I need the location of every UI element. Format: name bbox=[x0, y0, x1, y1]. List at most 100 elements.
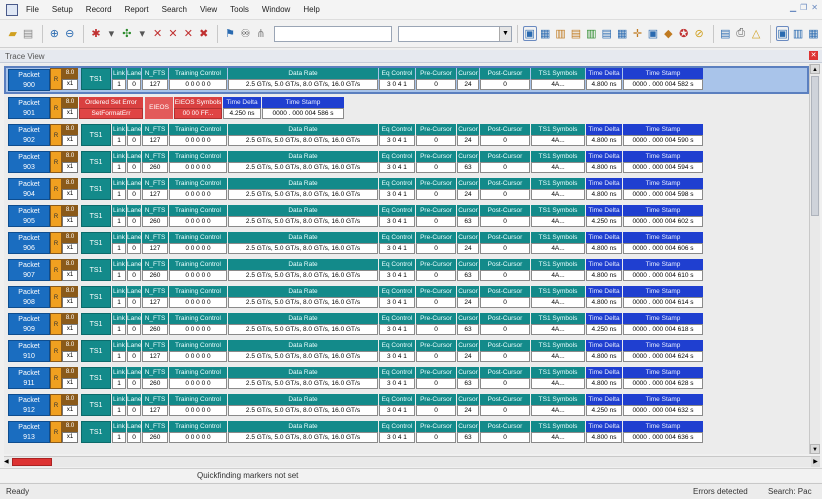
packet-cell[interactable]: Packet 900 bbox=[8, 69, 50, 91]
search-input[interactable] bbox=[273, 25, 392, 42]
list-view-icon[interactable]: ▦ bbox=[539, 26, 552, 41]
delete-icon[interactable]: ✖ bbox=[197, 26, 210, 41]
binoculars-icon[interactable]: ♾ bbox=[239, 26, 252, 41]
menu-search[interactable]: Search bbox=[162, 5, 187, 14]
link-view-icon[interactable]: ▥ bbox=[554, 26, 567, 41]
scroll-up-icon[interactable]: ▲ bbox=[810, 64, 820, 74]
speed-width: x1 bbox=[62, 216, 78, 227]
filter-icon[interactable]: ✱ bbox=[89, 26, 102, 41]
warning-icon[interactable]: △ bbox=[749, 26, 762, 41]
pre-cursor-field: Pre-Cursor 0 bbox=[416, 367, 456, 389]
chevron-down-icon[interactable]: ▼ bbox=[499, 26, 511, 41]
table-row[interactable]: Packet 906 R 8.0 x1 TS1 Link 1 Lane 0 N_FTS 127 Trai… bbox=[8, 232, 703, 256]
export-icon[interactable]: ▣ bbox=[646, 26, 659, 41]
packet-cell[interactable]: Packet 909 bbox=[8, 313, 50, 335]
traffic-icon[interactable]: ◆ bbox=[662, 26, 675, 41]
clear-marks-icon[interactable]: ✕ bbox=[182, 26, 195, 41]
vertical-scrollbar[interactable]: ▲ ▼ bbox=[809, 64, 820, 454]
view-select[interactable]: ▼ bbox=[397, 25, 512, 42]
hide-icon[interactable]: ✣ bbox=[120, 26, 133, 41]
open-icon[interactable]: ▰ bbox=[6, 26, 19, 41]
print-icon[interactable]: ⎙ bbox=[734, 26, 747, 41]
zoom-out-icon[interactable]: ⊖ bbox=[63, 26, 76, 41]
speed-width: x1 bbox=[62, 324, 78, 335]
close-icon[interactable]: ✕ bbox=[811, 3, 818, 12]
direction-tag: R bbox=[50, 178, 62, 200]
training-control-field: Training Control 0 0 0 0 0 bbox=[169, 286, 227, 308]
post-cursor-field-header: Post-Cursor bbox=[480, 394, 530, 405]
packet-cell[interactable]: Packet 904 bbox=[8, 178, 50, 200]
mark-icon[interactable]: ✕ bbox=[151, 26, 164, 41]
zoom-in-icon[interactable]: ⊕ bbox=[48, 26, 61, 41]
menu-tools[interactable]: Tools bbox=[230, 5, 249, 14]
filter-dropdown-icon[interactable]: ▾ bbox=[105, 26, 118, 41]
lane-field-value: 0 bbox=[127, 405, 141, 416]
menu-window[interactable]: Window bbox=[262, 5, 290, 14]
nfts-field: N_FTS 127 bbox=[142, 286, 168, 308]
table-row[interactable]: Packet 910 R 8.0 x1 TS1 Link 1 Lane 0 N_FTS 127 Trai… bbox=[8, 340, 703, 364]
scroll-down-icon[interactable]: ▼ bbox=[810, 444, 820, 454]
find-next-icon[interactable]: ⋔ bbox=[254, 26, 267, 41]
menu-record[interactable]: Record bbox=[86, 5, 112, 14]
menu-report[interactable]: Report bbox=[125, 5, 149, 14]
settings-icon[interactable]: ✪ bbox=[677, 26, 690, 41]
table-row[interactable]: Packet 907 R 8.0 x1 TS1 Link 1 Lane 0 N_FTS 260 Trai… bbox=[8, 259, 703, 283]
horizontal-scrollbar[interactable]: ◀ ▶ bbox=[4, 456, 820, 467]
packet-cell[interactable]: Packet 901 bbox=[8, 97, 50, 119]
horizontal-scroll-thumb[interactable] bbox=[12, 458, 52, 466]
window-icon[interactable]: ▣ bbox=[775, 26, 790, 41]
table-row[interactable]: Packet 901 R 8.0 x1 Ordered Set Error SetForma… bbox=[8, 97, 344, 121]
packet-cell[interactable]: Packet 902 bbox=[8, 124, 50, 146]
table-row[interactable]: Packet 912 R 8.0 x1 TS1 Link 1 Lane 0 N_FTS 127 Trai… bbox=[8, 394, 703, 418]
table-row[interactable]: Packet 909 R 8.0 x1 TS1 Link 1 Lane 0 N_FTS 260 Trai… bbox=[8, 313, 703, 337]
table-row[interactable]: Packet 900 R 8.0 x1 TS1 Link 1 Lane 0 N_FTS 127 Trai… bbox=[4, 66, 809, 94]
lock-icon[interactable]: ⊘ bbox=[692, 26, 705, 41]
packet-view-icon[interactable]: ▣ bbox=[522, 26, 537, 41]
restore-icon[interactable]: ❐ bbox=[800, 3, 807, 12]
packet-cell[interactable]: Packet 911 bbox=[8, 367, 50, 389]
menu-file[interactable]: File bbox=[26, 5, 39, 14]
packet-cell[interactable]: Packet 907 bbox=[8, 259, 50, 281]
table-row[interactable]: Packet 913 R 8.0 x1 TS1 Link 1 Lane 0 N_FTS 260 Trai… bbox=[8, 421, 703, 445]
minimize-icon[interactable]: ▁ bbox=[790, 3, 796, 12]
lane-field-value: 0 bbox=[127, 378, 141, 389]
table-row[interactable]: Packet 911 R 8.0 x1 TS1 Link 1 Lane 0 N_FTS 260 Trai… bbox=[8, 367, 703, 391]
unmark-icon[interactable]: ✕ bbox=[166, 26, 179, 41]
table-row[interactable]: Packet 903 R 8.0 x1 TS1 Link 1 Lane 0 N_FTS 260 Trai… bbox=[8, 151, 703, 175]
page-icon[interactable]: ▤ bbox=[21, 26, 34, 41]
tree-icon[interactable]: ▦ bbox=[615, 26, 628, 41]
post-cursor-field: Post-Cursor 0 bbox=[480, 205, 530, 227]
panel-close-icon[interactable]: ✕ bbox=[809, 51, 818, 60]
transaction-icon[interactable]: ▤ bbox=[569, 26, 582, 41]
layout-icon[interactable]: ▤ bbox=[719, 26, 732, 41]
scroll-right-icon[interactable]: ▶ bbox=[811, 457, 820, 467]
packet-cell[interactable]: Packet 908 bbox=[8, 286, 50, 308]
tile-icon[interactable]: ▦ bbox=[807, 26, 820, 41]
scroll-left-icon[interactable]: ◀ bbox=[4, 457, 12, 467]
packet-cell[interactable]: Packet 910 bbox=[8, 340, 50, 362]
packet-cell[interactable]: Packet 913 bbox=[8, 421, 50, 443]
bookmark-icon[interactable]: ⚑ bbox=[223, 26, 236, 41]
packet-cell[interactable]: Packet 912 bbox=[8, 394, 50, 416]
split-icon[interactable]: ▥ bbox=[791, 26, 804, 41]
menu-setup[interactable]: Setup bbox=[52, 5, 73, 14]
table-row[interactable]: Packet 902 R 8.0 x1 TS1 Link 1 Lane 0 N_FTS 127 Trai… bbox=[8, 124, 703, 148]
packet-cell[interactable]: Packet 906 bbox=[8, 232, 50, 254]
packet-cell[interactable]: Packet 903 bbox=[8, 151, 50, 173]
menu-help[interactable]: Help bbox=[303, 5, 319, 14]
eq-control-field-header: Eq Control bbox=[379, 421, 415, 432]
expand-icon[interactable]: ✛ bbox=[631, 26, 644, 41]
table-row[interactable]: Packet 905 R 8.0 x1 TS1 Link 1 Lane 0 N_FTS 260 Trai… bbox=[8, 205, 703, 229]
menu-view[interactable]: View bbox=[200, 5, 217, 14]
packet-cell[interactable]: Packet 905 bbox=[8, 205, 50, 227]
scroll-thumb[interactable] bbox=[811, 76, 819, 216]
training-control-field-header: Training Control bbox=[169, 394, 227, 405]
hide-dropdown-icon[interactable]: ▾ bbox=[136, 26, 149, 41]
time-stamp: Time Stamp 0000 . 000 004 632 s bbox=[623, 394, 703, 416]
table-row[interactable]: Packet 904 R 8.0 x1 TS1 Link 1 Lane 0 N_FTS 127 Trai… bbox=[8, 178, 703, 202]
decode-icon[interactable]: ▤ bbox=[600, 26, 613, 41]
speed-width: x1 bbox=[62, 405, 78, 416]
data-rate-field: Data Rate 2.5 GT/s, 5.0 GT/s, 8.0 GT/s, 1… bbox=[228, 151, 378, 173]
table-row[interactable]: Packet 908 R 8.0 x1 TS1 Link 1 Lane 0 N_FTS 127 Trai… bbox=[8, 286, 703, 310]
chart-icon[interactable]: ▥ bbox=[585, 26, 598, 41]
